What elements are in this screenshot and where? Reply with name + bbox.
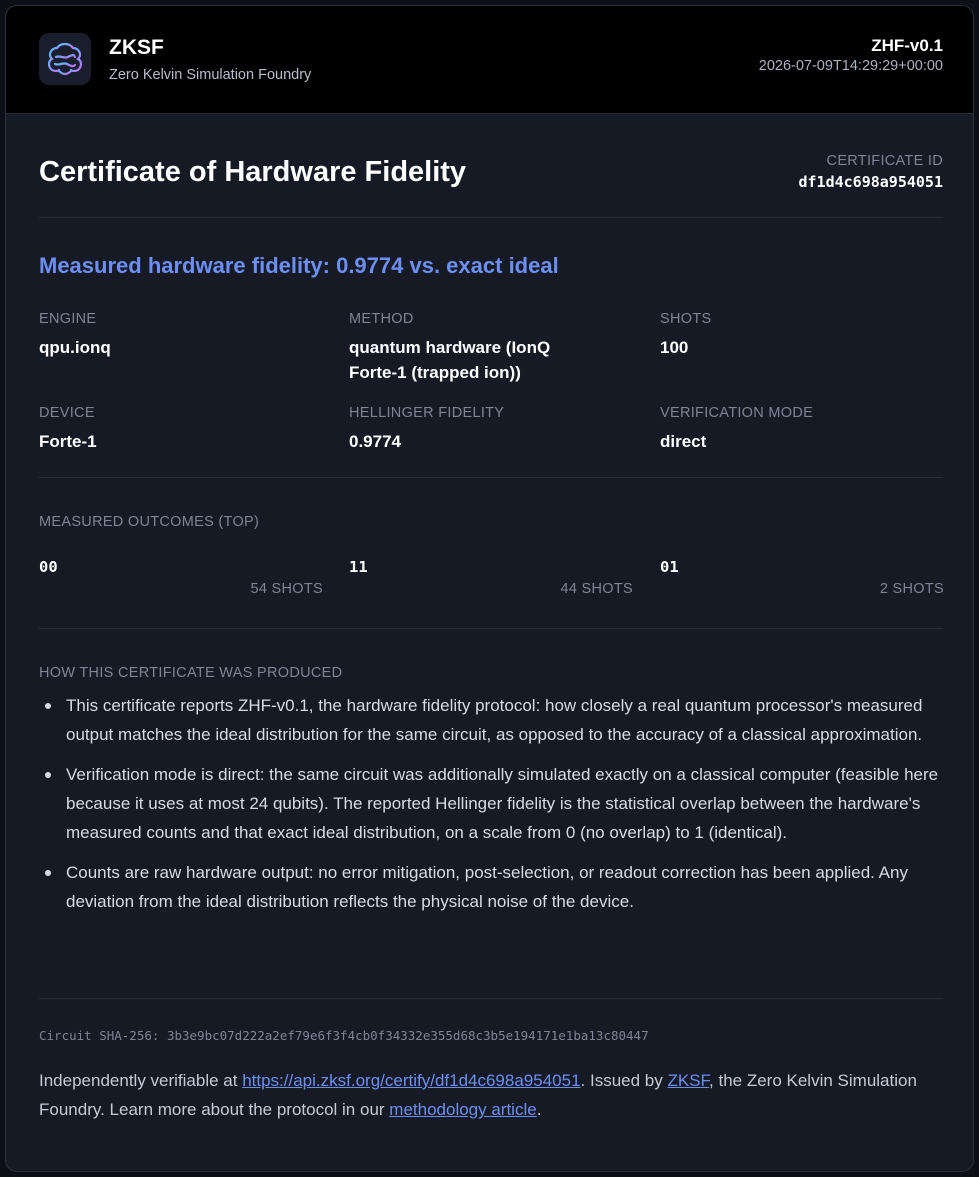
protocol-version: ZHF-v0.1 — [871, 36, 943, 55]
divider — [39, 628, 943, 629]
outcome-shots: 2 SHOTS — [879, 581, 944, 597]
how-list: This certificate reports ZHF-v0.1, the h… — [39, 691, 943, 927]
brand-subtitle: Zero Kelvin Simulation Foundry — [109, 67, 312, 83]
outcome-item: 11 44 SHOTS — [349, 558, 633, 602]
field-hellinger-fidelity: HELLINGER FIDELITY 0.9774 — [349, 405, 649, 454]
header-bar: ZKSF Zero Kelvin Simulation Foundry ZHF-… — [6, 6, 973, 114]
footer-text-part: . — [536, 1100, 542, 1119]
page-title: Certificate of Hardware Fidelity — [39, 156, 467, 188]
outcome-item: 01 2 SHOTS — [660, 558, 944, 602]
field-shots: SHOTS 100 — [660, 311, 960, 360]
circuit-hash: Circuit SHA-256: 3b3e9bc07d222a2ef79e6f3… — [39, 1028, 649, 1043]
field-value: Forte-1 — [39, 432, 97, 451]
certificate-id-label: CERTIFICATE ID — [826, 153, 943, 169]
field-value: direct — [660, 432, 707, 451]
divider — [39, 217, 943, 218]
bullet-icon — [45, 870, 51, 876]
methodology-link[interactable]: methodology article — [389, 1100, 536, 1119]
outcome-item: 00 54 SHOTS — [39, 558, 323, 602]
circuit-hash-label: Circuit SHA-256: — [39, 1028, 160, 1043]
field-label: DEVICE — [39, 405, 95, 421]
field-label: VERIFICATION MODE — [660, 405, 814, 421]
outcomes-section-label: MEASURED OUTCOMES (TOP) — [39, 514, 260, 530]
field-verification-mode: VERIFICATION MODE direct — [660, 405, 960, 454]
list-item: Verification mode is direct: the same ci… — [45, 760, 943, 847]
issue-timestamp: 2026-07-09T14:29:29+00:00 — [758, 58, 943, 74]
field-value: 0.9774 — [349, 432, 401, 451]
brain-circuit-icon — [39, 33, 91, 85]
issuer-link[interactable]: ZKSF — [667, 1071, 709, 1090]
field-label: METHOD — [349, 311, 414, 327]
field-value: qpu.ionq — [39, 338, 111, 357]
circuit-hash-value: 3b3e9bc07d222a2ef79e6f3f4cb0f34332e355d6… — [166, 1028, 649, 1043]
list-item-text: This certificate reports ZHF-v0.1, the h… — [66, 696, 923, 744]
footer-text-part: . Issued by — [580, 1071, 668, 1090]
how-section-label: HOW THIS CERTIFICATE WAS PRODUCED — [39, 665, 343, 681]
certificate-id-value: df1d4c698a954051 — [798, 173, 944, 191]
footer-text: Independently verifiable at https://api.… — [39, 1066, 943, 1124]
list-item: Counts are raw hardware output: no error… — [45, 858, 943, 916]
field-value: 100 — [660, 338, 689, 357]
outcome-state: 11 — [349, 558, 368, 576]
divider — [39, 998, 943, 999]
verify-link[interactable]: https://api.zksf.org/certify/df1d4c698a9… — [242, 1071, 580, 1090]
outcome-shots: 54 SHOTS — [250, 581, 323, 597]
outcome-state: 01 — [660, 558, 679, 576]
certificate-card: ZKSF Zero Kelvin Simulation Foundry ZHF-… — [5, 5, 974, 1172]
bullet-icon — [45, 772, 51, 778]
list-item-text: Counts are raw hardware output: no error… — [66, 863, 908, 911]
bullet-icon — [45, 703, 51, 709]
footer-text-part: Independently verifiable at — [39, 1071, 243, 1090]
field-method: METHOD quantum hardware (IonQ Forte-1 (t… — [349, 311, 599, 385]
field-label: SHOTS — [660, 311, 712, 327]
field-value: quantum hardware (IonQ Forte-1 (trapped … — [349, 338, 551, 382]
divider — [39, 477, 943, 478]
field-device: DEVICE Forte-1 — [39, 405, 339, 454]
outcome-shots: 44 SHOTS — [560, 581, 633, 597]
list-item: This certificate reports ZHF-v0.1, the h… — [45, 691, 943, 749]
list-item-text: Verification mode is direct: the same ci… — [66, 765, 939, 842]
brand-name: ZKSF — [109, 36, 164, 59]
field-engine: ENGINE qpu.ionq — [39, 311, 339, 360]
outcome-state: 00 — [39, 558, 58, 576]
field-label: HELLINGER FIDELITY — [349, 405, 505, 421]
field-label: ENGINE — [39, 311, 97, 327]
fidelity-headline: Measured hardware fidelity: 0.9774 vs. e… — [39, 253, 559, 278]
